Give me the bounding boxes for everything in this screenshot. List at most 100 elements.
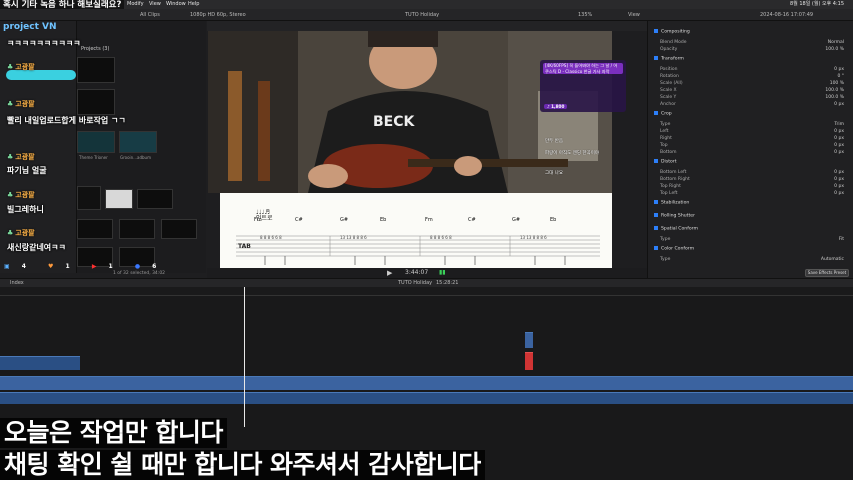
menu-view[interactable]: View — [149, 0, 161, 9]
inspector-row-label: Right — [660, 136, 672, 141]
inspector-row-label: Blend Mode — [660, 40, 687, 45]
view-menu[interactable]: View — [628, 9, 640, 21]
timeline-clip[interactable] — [0, 356, 80, 370]
clip-thumbnail[interactable] — [77, 131, 115, 153]
save-effects-preset-button[interactable]: Save Effects Preset — [805, 269, 849, 277]
inspector-row-value[interactable]: 0 px — [834, 66, 844, 73]
media-browser[interactable]: Projects (3) Theme Trioner Grooin...adbu… — [76, 21, 206, 276]
timeline-clip[interactable] — [0, 376, 853, 390]
clip-thumbnail[interactable] — [77, 219, 113, 239]
subscriber-icon: ♣ — [7, 100, 14, 108]
video-chat-line: 파랑이 아직도 엔딩 한곡이야 — [545, 151, 599, 156]
menu-window[interactable]: Window — [166, 0, 186, 9]
inspector-row[interactable]: Type Automatic — [654, 256, 850, 263]
inspector-row[interactable]: Type Trim — [654, 121, 850, 128]
clip-thumbnail[interactable] — [119, 219, 155, 239]
zoom-menu[interactable]: 135% — [578, 9, 592, 21]
inspector-row-value[interactable]: 0 ° — [837, 73, 844, 80]
chat-message: 새신랑같네여ㅋㅋ — [7, 243, 66, 252]
clip-thumbnail[interactable] — [77, 186, 101, 210]
inspector-section[interactable]: Distort — [654, 159, 677, 165]
inspector-row[interactable]: Bottom Left 0 px — [654, 169, 850, 176]
inspector-panel[interactable]: Compositing Blend Mode Normal Opacity 100.0 … — [647, 21, 853, 278]
playhead[interactable] — [244, 287, 245, 427]
clip-thumbnail[interactable] — [119, 131, 157, 153]
inspector-row-value[interactable]: 100.0 % — [825, 94, 844, 101]
subtitle-line: 오늘은 작업만 합니다 — [0, 418, 227, 448]
inspector-row-value[interactable]: 0 px — [834, 149, 844, 156]
timeline-ruler[interactable] — [0, 287, 853, 296]
inspector-row[interactable]: Top 0 px — [654, 142, 850, 149]
inspector-section[interactable]: Transform — [654, 56, 684, 62]
chat-stats: ▣ 4 ♥ 1 ▶ 1 ● 6 — [4, 263, 176, 270]
inspector-section[interactable]: Compositing — [654, 29, 690, 35]
viewer-format[interactable]: 1080p HD 60p, Stereo — [190, 9, 246, 21]
menu-bar: Modify View Window Help 8월 18일 (월) 오후 4:… — [0, 0, 853, 9]
inspector-row-value[interactable]: Trim — [834, 121, 844, 128]
svg-text:13 13 8 8 8 6: 13 13 8 8 8 6 — [340, 235, 367, 240]
inspector-section[interactable]: Rolling Shutter — [654, 213, 695, 219]
inspector-row-value[interactable]: 100.0 % — [825, 87, 844, 94]
inspector-row-value[interactable]: 0 px — [834, 101, 844, 108]
inspector-row[interactable]: Opacity 100.0 % — [654, 46, 850, 53]
inspector-row-value[interactable]: Automatic — [821, 256, 844, 263]
inspector-row[interactable]: Type Fit — [654, 236, 850, 243]
timeline-clip[interactable] — [525, 352, 533, 370]
inspector-row[interactable]: Anchor 0 px — [654, 101, 850, 108]
inspector-row[interactable]: Top Right 0 px — [654, 183, 850, 190]
inspector-row-value[interactable]: 0 px — [834, 128, 844, 135]
inspector-row-value[interactable]: Normal — [828, 39, 844, 46]
inspector-row[interactable]: Rotation 0 ° — [654, 73, 850, 80]
chat-message: 빌그레하니 — [7, 205, 44, 214]
menu-help[interactable]: Help — [188, 0, 199, 9]
play-icon[interactable]: ▶ — [387, 268, 392, 278]
youtube-count: ▶ 1 — [91, 263, 113, 270]
inspector-section[interactable]: Spatial Conform — [654, 226, 698, 232]
inspector-row[interactable]: Bottom 0 px — [654, 149, 850, 156]
inspector-row-label: Bottom Left — [660, 170, 687, 175]
clip-thumbnail[interactable] — [137, 189, 173, 209]
inspector-row-value[interactable]: 0 px — [834, 142, 844, 149]
inspector-row-value[interactable]: 0 px — [834, 190, 844, 197]
viewer-transport: ▶ 3:44:07 ▮▮ — [207, 268, 647, 278]
chord-label: C# — [295, 217, 303, 223]
inspector-row-value[interactable]: 100.0 % — [825, 46, 844, 53]
clip-thumbnail[interactable] — [77, 57, 115, 83]
subscriber-icon: ♣ — [7, 153, 14, 161]
clip-thumbnail[interactable] — [105, 189, 133, 209]
chat-username: ♣ 고광팔 — [7, 229, 35, 237]
inspector-row-value[interactable]: 0 px — [834, 176, 844, 183]
svg-text:8 8 8 6 6 8: 8 8 8 6 6 8 — [260, 235, 282, 240]
inspector-row-value[interactable]: 0 px — [834, 169, 844, 176]
inspector-row[interactable]: Blend Mode Normal — [654, 39, 850, 46]
clip-thumbnail[interactable] — [161, 219, 197, 239]
clip-thumbnail[interactable] — [77, 89, 115, 115]
inspector-row[interactable]: Top Left 0 px — [654, 190, 850, 197]
inspector-row-label: Top — [660, 143, 668, 148]
chord-label: Eb — [380, 217, 387, 223]
clip-label: Theme Trioner — [79, 155, 108, 160]
chord-label: Fm — [425, 217, 433, 223]
timeline-clip[interactable] — [0, 392, 853, 404]
inspector-row[interactable]: Scale Y 100.0 % — [654, 94, 850, 101]
inspector-row-value[interactable]: 100 % — [830, 80, 844, 87]
inspector-row-value[interactable]: Fit — [839, 236, 844, 243]
audio-meter-icon: ▮▮ — [439, 269, 446, 276]
inspector-row-value[interactable]: 0 px — [834, 183, 844, 190]
inspector-row[interactable]: Scale (All) 100 % — [654, 80, 850, 87]
inspector-row[interactable]: Scale X 100.0 % — [654, 87, 850, 94]
inspector-section[interactable]: Crop — [654, 111, 672, 117]
inspector-row-label: Bottom Right — [660, 177, 690, 182]
inspector-row[interactable]: Left 0 px — [654, 128, 850, 135]
menu-modify[interactable]: Modify — [127, 0, 144, 9]
all-clips-filter[interactable]: All Clips — [140, 9, 160, 21]
inspector-date: 2024-08-16 17:07:49 — [760, 12, 814, 18]
timeline-clip[interactable] — [525, 332, 533, 348]
inspector-section[interactable]: Stabilization — [654, 200, 689, 206]
inspector-section[interactable]: Color Conform — [654, 246, 694, 252]
inspector-row[interactable]: Right 0 px — [654, 135, 850, 142]
inspector-row[interactable]: Position 0 px — [654, 66, 850, 73]
inspector-row-value[interactable]: 0 px — [834, 135, 844, 142]
browser-status: 1 of 32 selected, 34:02 — [113, 271, 166, 276]
inspector-row[interactable]: Bottom Right 0 px — [654, 176, 850, 183]
